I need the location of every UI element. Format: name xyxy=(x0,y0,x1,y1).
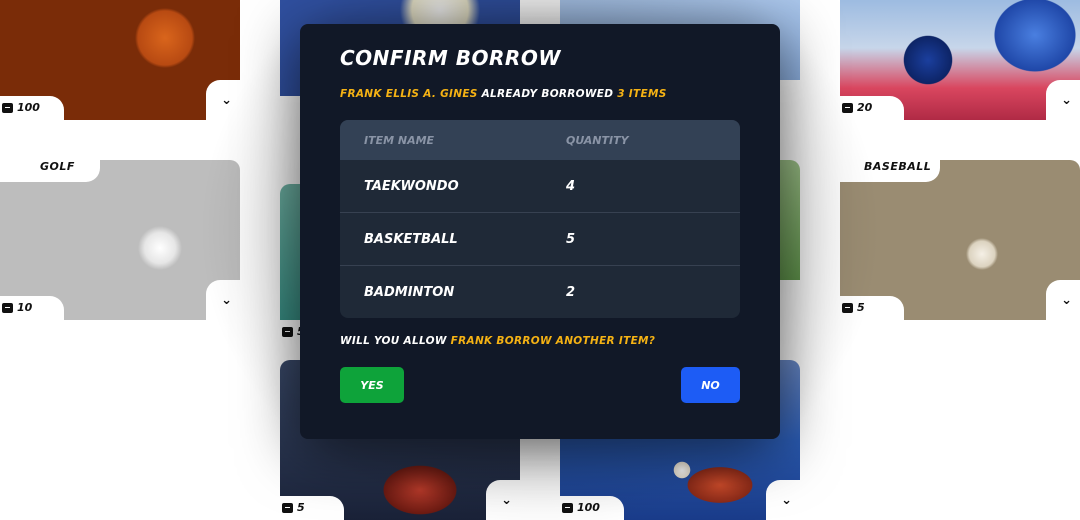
quantity-value: 20 xyxy=(857,101,873,114)
quantity-badge: 5 xyxy=(842,301,865,314)
chevron-down-icon[interactable]: ⌄ xyxy=(221,93,232,108)
table-row: TAEKWONDO 4 xyxy=(340,160,740,212)
item-name-cell: TAEKWONDO xyxy=(364,178,459,194)
item-count: 3 ITEMS xyxy=(617,88,667,100)
quantity-badge: 100 xyxy=(562,501,600,514)
yes-button[interactable]: YES xyxy=(340,367,404,403)
quantity-value: 100 xyxy=(577,501,600,514)
column-item-name: ITEM NAME xyxy=(364,133,435,147)
no-button[interactable]: NO xyxy=(681,367,740,403)
box-icon xyxy=(2,302,13,313)
card-title: GOLF xyxy=(40,160,75,173)
box-icon xyxy=(842,302,853,313)
quantity-badge: 20 xyxy=(842,101,872,114)
chevron-down-icon[interactable]: ⌄ xyxy=(1061,93,1072,108)
chevron-down-icon[interactable]: ⌄ xyxy=(781,493,792,508)
quantity-badge: 100 xyxy=(2,101,40,114)
box-icon xyxy=(562,502,573,513)
box-icon xyxy=(282,502,293,513)
quantity-cell: 4 xyxy=(566,178,576,194)
box-icon xyxy=(842,102,853,113)
item-name-cell: BASKETBALL xyxy=(364,231,458,247)
quantity-cell: 5 xyxy=(566,231,576,247)
quantity-badge: 10 xyxy=(2,301,32,314)
column-quantity: QUANTITY xyxy=(566,133,629,147)
quantity-value: 5 xyxy=(297,501,305,514)
card-baseball[interactable]: BASEBALL 5 ⌄ xyxy=(840,160,1080,320)
item-name-cell: BADMINTON xyxy=(364,284,455,300)
card-golf[interactable]: GOLF 10 ⌄ xyxy=(0,160,240,320)
card-taekwondo[interactable]: 20 ⌄ xyxy=(840,0,1080,120)
table-row: BASKETBALL 5 xyxy=(340,212,740,265)
chevron-down-icon[interactable]: ⌄ xyxy=(1061,293,1072,308)
quantity-value: 5 xyxy=(857,301,865,314)
dialog-title: CONFIRM BORROW xyxy=(340,46,561,70)
borrower-name: FRANK ELLIS A. GINES xyxy=(340,88,478,100)
quantity-badge: 5 xyxy=(282,501,305,514)
question-highlight: FRANK BORROW ANOTHER ITEM? xyxy=(450,335,656,347)
quantity-cell: 2 xyxy=(566,284,576,300)
borrow-summary: FRANK ELLIS A. GINES ALREADY BORROWED 3 … xyxy=(340,88,667,100)
confirm-borrow-dialog: CONFIRM BORROW FRANK ELLIS A. GINES ALRE… xyxy=(300,24,780,439)
box-icon xyxy=(2,102,13,113)
card-basketball[interactable]: 100 ⌄ xyxy=(0,0,240,120)
question-prefix: WILL YOU ALLOW xyxy=(340,335,447,347)
borrowed-items-table: ITEM NAME QUANTITY TAEKWONDO 4 BASKETBAL… xyxy=(340,120,740,318)
chevron-down-icon[interactable]: ⌄ xyxy=(221,293,232,308)
card-title: BASEBALL xyxy=(864,160,932,173)
chevron-down-icon[interactable]: ⌄ xyxy=(501,493,512,508)
quantity-value: 100 xyxy=(17,101,40,114)
box-icon xyxy=(282,326,293,337)
quantity-value: 10 xyxy=(17,301,33,314)
table-header: ITEM NAME QUANTITY xyxy=(340,120,740,160)
table-row: BADMINTON 2 xyxy=(340,265,740,318)
allow-question: WILL YOU ALLOW FRANK BORROW ANOTHER ITEM… xyxy=(340,335,655,347)
already-borrowed-text: ALREADY BORROWED xyxy=(481,88,614,100)
